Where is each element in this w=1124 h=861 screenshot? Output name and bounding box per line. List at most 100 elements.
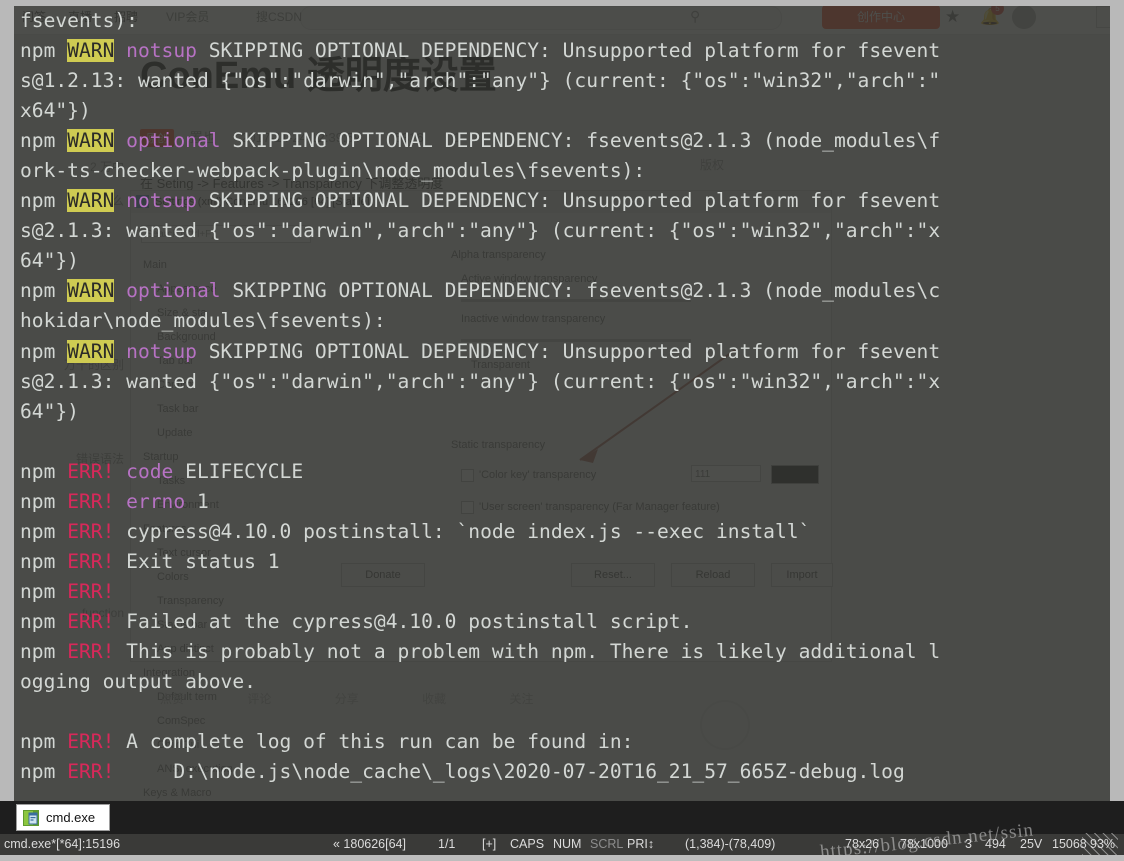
terminal-line: 64"}) [20, 397, 940, 427]
terminal-span: code [126, 459, 174, 483]
terminal-span: npm [20, 639, 68, 663]
terminal-span: SKIPPING OPTIONAL DEPENDENCY: Unsupporte… [196, 189, 941, 213]
tab-bar: cmd.exe 1 [0, 801, 1124, 834]
terminal-span: npm [20, 339, 68, 363]
terminal-line: ogging output above. [20, 667, 940, 697]
terminal-line: npm ERR! [20, 577, 940, 607]
terminal-line: npm ERR! D:\node.js\node_cache\_logs\202… [20, 757, 940, 787]
terminal-span: ERR! [67, 519, 115, 543]
terminal-span: npm [20, 489, 68, 513]
terminal-line: npm WARN optional SKIPPING OPTIONAL DEPE… [20, 276, 940, 306]
terminal-line: npm ERR! code ELIFECYCLE [20, 457, 940, 487]
status-process: cmd.exe*[*64]:15196 [4, 837, 121, 851]
status-size: 78x26 [845, 837, 880, 851]
terminal-span: npm [20, 609, 68, 633]
status-num: NUM [553, 837, 582, 851]
terminal-span: SKIPPING OPTIONAL DEPENDENCY: fsevents@2… [220, 129, 941, 153]
conemu-window: fsevents): npm WARN notsup SKIPPING OPTIO… [0, 0, 1124, 861]
terminal-span: Failed at the cypress@4.10.0 postinstall… [114, 609, 693, 633]
terminal-span [114, 129, 126, 152]
terminal-span: optional [126, 129, 221, 153]
terminal-line: hokidar\node_modules\fsevents): [20, 306, 940, 336]
terminal-surface[interactable]: fsevents): npm WARN notsup SKIPPING OPTIO… [14, 6, 1110, 801]
status-plus: [+] [482, 837, 497, 851]
terminal-span: notsup [126, 39, 197, 63]
terminal-span: npm [20, 279, 68, 303]
terminal-span: A complete log of this run can be found … [114, 730, 634, 754]
terminal-span: ELIFECYCLE [173, 459, 304, 483]
terminal-span: s@2.1.3: wanted {"os":"darwin","arch":"a… [20, 369, 941, 393]
terminal-line: npm ERR! Exit status 1 [20, 547, 940, 577]
screen: 问答 直播 招聘 VIP会员 搜CSDN ⚲ 创作中心 ★ 🔔 5 ConEmu… [0, 0, 1124, 861]
terminal-span: This is probably not a problem with npm.… [114, 639, 941, 663]
terminal-line: npm WARN notsup SKIPPING OPTIONAL DEPEND… [20, 337, 940, 367]
terminal-line: s@2.1.3: wanted {"os":"darwin","arch":"a… [20, 216, 940, 246]
terminal-line: npm ERR! cypress@4.10.0 postinstall: `no… [20, 517, 940, 547]
terminal-span [114, 189, 126, 212]
terminal-span: ERR! [67, 639, 115, 663]
status-scrl: SCRL [590, 837, 624, 851]
terminal-span [114, 490, 126, 513]
tab-label: cmd.exe [46, 810, 96, 825]
terminal-line: 64"}) [20, 246, 940, 276]
terminal-span: ERR! [67, 609, 115, 633]
window-bottom-border [0, 855, 1124, 861]
terminal-span: SKIPPING OPTIONAL DEPENDENCY: Unsupporte… [196, 339, 941, 363]
terminal-line: npm WARN notsup SKIPPING OPTIONAL DEPEND… [20, 186, 940, 216]
terminal-line: fsevents): [20, 6, 940, 36]
status-pages: 1/1 [438, 837, 456, 851]
terminal-line: x64"}) [20, 96, 940, 126]
terminal-span: notsup [126, 189, 197, 213]
terminal-span [114, 340, 126, 363]
terminal-span: WARN [67, 279, 115, 303]
terminal-line: npm ERR! A complete log of this run can … [20, 727, 940, 757]
terminal-span: x64"}) [20, 99, 91, 123]
terminal-span: WARN [67, 129, 115, 153]
status-val1: 494 [985, 837, 1006, 851]
terminal-span: fsevents): [20, 9, 138, 32]
terminal-span: optional [126, 279, 221, 303]
window-left-border [0, 0, 14, 801]
terminal-span: ERR! [67, 579, 115, 603]
terminal-span: hokidar\node_modules\fsevents): [20, 309, 386, 333]
terminal-span: WARN [67, 339, 115, 363]
terminal-span: ERR! [67, 459, 115, 483]
status-caps: CAPS [510, 837, 545, 851]
status-bar: cmd.exe*[*64]:15196 « 180626[64] 1/1 [+]… [0, 834, 1124, 855]
status-val2: 25V [1020, 837, 1043, 851]
terminal-span: SKIPPING OPTIONAL DEPENDENCY: Unsupporte… [196, 39, 941, 63]
terminal-span: npm [20, 760, 68, 784]
terminal-span: errno [126, 489, 186, 513]
terminal-line: ork-ts-checker-webpack-plugin\node_modul… [20, 156, 940, 186]
terminal-line: npm ERR! errno 1 [20, 487, 940, 517]
terminal-span: npm [20, 519, 68, 543]
terminal-text: fsevents): npm WARN notsup SKIPPING OPTIO… [20, 6, 940, 787]
terminal-span: npm [20, 730, 68, 754]
tab-cmd-exe[interactable]: cmd.exe [16, 804, 111, 831]
terminal-span: 1 [185, 489, 209, 513]
terminal-span: npm [20, 549, 68, 573]
terminal-line: npm ERR! This is probably not a problem … [20, 637, 940, 667]
terminal-line: s@2.1.3: wanted {"os":"darwin","arch":"a… [20, 367, 940, 397]
terminal-line: npm ERR! Failed at the cypress@4.10.0 po… [20, 607, 940, 637]
status-cols: 3 [965, 837, 972, 851]
terminal-span: ogging output above. [20, 670, 256, 694]
terminal-span [114, 39, 126, 62]
watermark-hatch [1082, 833, 1118, 855]
status-build: « 180626[64] [333, 837, 406, 851]
terminal-span: npm [20, 129, 68, 153]
terminal-span: D:\node.js\node_cache\_logs\2020-07-20T1… [114, 760, 905, 784]
terminal-span [114, 279, 126, 302]
status-cursor: (1,384)-(78,409) [685, 837, 776, 851]
terminal-span: WARN [67, 39, 115, 63]
terminal-span: s@2.1.3: wanted {"os":"darwin","arch":"a… [20, 219, 941, 243]
terminal-span: ERR! [67, 549, 115, 573]
cmd-console-icon [23, 809, 39, 826]
terminal-span: npm [20, 39, 68, 63]
terminal-span: 64"}) [20, 249, 79, 273]
terminal-span: npm [20, 459, 68, 483]
terminal-line: npm WARN optional SKIPPING OPTIONAL DEPE… [20, 126, 940, 156]
terminal-line: npm WARN notsup SKIPPING OPTIONAL DEPEND… [20, 36, 940, 66]
